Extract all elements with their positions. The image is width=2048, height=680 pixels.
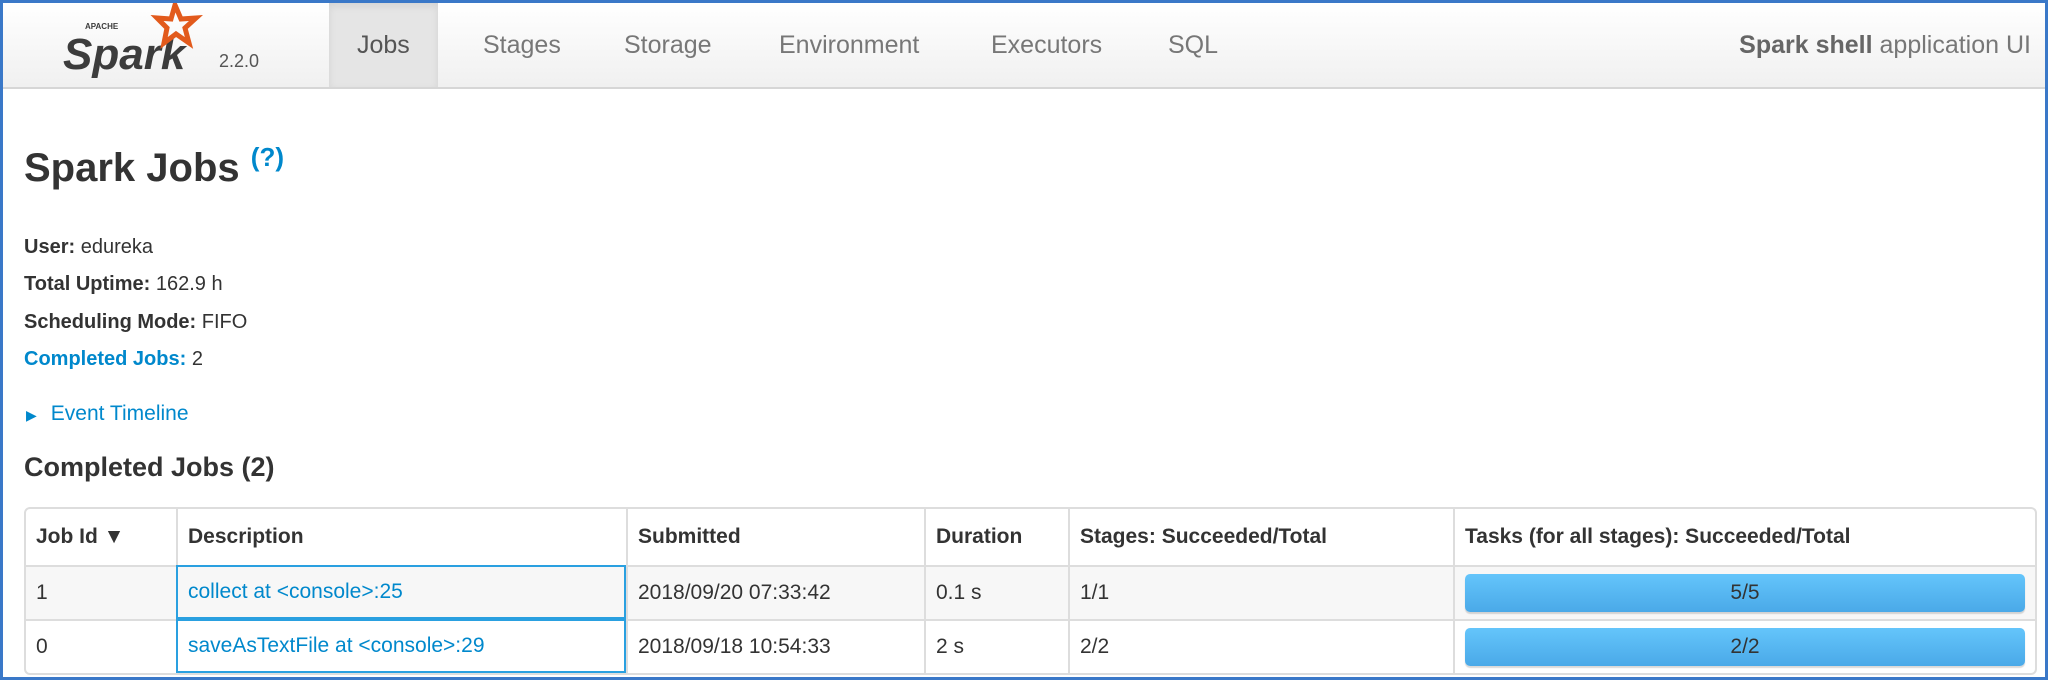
app-suffix: application UI: [1872, 31, 2032, 59]
tasks-progress-bar: 5/5: [1465, 574, 2025, 612]
event-timeline-toggle[interactable]: ▶ Event Timeline: [26, 402, 189, 426]
duration: 0.1 s: [924, 565, 1068, 619]
tab-storage[interactable]: Storage: [596, 3, 740, 87]
user-value: edureka: [80, 236, 153, 258]
table-row: 0 saveAsTextFile at <console>:29 2018/09…: [26, 619, 2035, 673]
col-submitted[interactable]: Submitted: [626, 509, 924, 565]
scheduling-info: Scheduling Mode: FIFO: [24, 311, 247, 334]
tab-executors[interactable]: Executors: [963, 3, 1130, 87]
col-duration[interactable]: Duration: [924, 509, 1068, 565]
page-title: Spark Jobs (?): [24, 142, 284, 191]
caret-right-icon: ▶: [26, 407, 37, 423]
help-link[interactable]: (?): [251, 142, 284, 172]
tab-environment[interactable]: Environment: [751, 3, 947, 87]
section-title: Completed Jobs (2): [24, 452, 275, 482]
job-id: 1: [26, 565, 176, 619]
user-info: User: edureka: [24, 236, 153, 259]
submitted: 2018/09/20 07:33:42: [626, 565, 924, 619]
app-title: Spark shell application UI: [1739, 3, 2031, 87]
uptime-value: 162.9 h: [155, 273, 223, 295]
col-stages[interactable]: Stages: Succeeded/Total: [1068, 509, 1453, 565]
app-name: Spark shell: [1739, 31, 1873, 59]
tasks-progress-bar: 2/2: [1465, 628, 2025, 666]
col-tasks[interactable]: Tasks (for all stages): Succeeded/Total: [1453, 509, 2035, 565]
col-job-id[interactable]: Job Id ▼: [26, 509, 176, 565]
tab-jobs[interactable]: Jobs: [329, 3, 438, 87]
submitted: 2018/09/18 10:54:33: [626, 619, 924, 673]
job-id: 0: [26, 619, 176, 673]
spark-logo[interactable]: Spark APACHE: [63, 3, 223, 83]
completed-value: 2: [191, 348, 203, 370]
mode-value: FIFO: [201, 311, 248, 333]
tab-stages[interactable]: Stages: [455, 3, 589, 87]
user-label: User:: [24, 236, 76, 258]
uptime-label: Total Uptime:: [24, 273, 151, 295]
completed-info: Completed Jobs: 2: [24, 348, 203, 371]
tab-sql[interactable]: SQL: [1140, 3, 1246, 87]
stages: 2/2: [1068, 619, 1453, 673]
page-title-text: Spark Jobs: [24, 146, 240, 190]
job-description-link[interactable]: saveAsTextFile at <console>:29: [188, 634, 485, 657]
top-navbar: Spark APACHE 2.2.0 Jobs Stages Storage E…: [3, 3, 2045, 89]
version-label: 2.2.0: [219, 51, 260, 71]
svg-text:APACHE: APACHE: [85, 22, 119, 31]
mode-label: Scheduling Mode:: [24, 311, 197, 333]
col-description[interactable]: Description: [176, 509, 626, 565]
table-row: 1 collect at <console>:25 2018/09/20 07:…: [26, 565, 2035, 619]
uptime-info: Total Uptime: 162.9 h: [24, 273, 223, 296]
event-timeline-label: Event Timeline: [50, 402, 189, 425]
completed-jobs-link[interactable]: Completed Jobs:: [24, 348, 186, 370]
job-description-link[interactable]: collect at <console>:25: [188, 580, 403, 603]
duration: 2 s: [924, 619, 1068, 673]
stages: 1/1: [1068, 565, 1453, 619]
completed-jobs-table: Job Id ▼ Description Submitted Duration …: [24, 507, 2037, 675]
